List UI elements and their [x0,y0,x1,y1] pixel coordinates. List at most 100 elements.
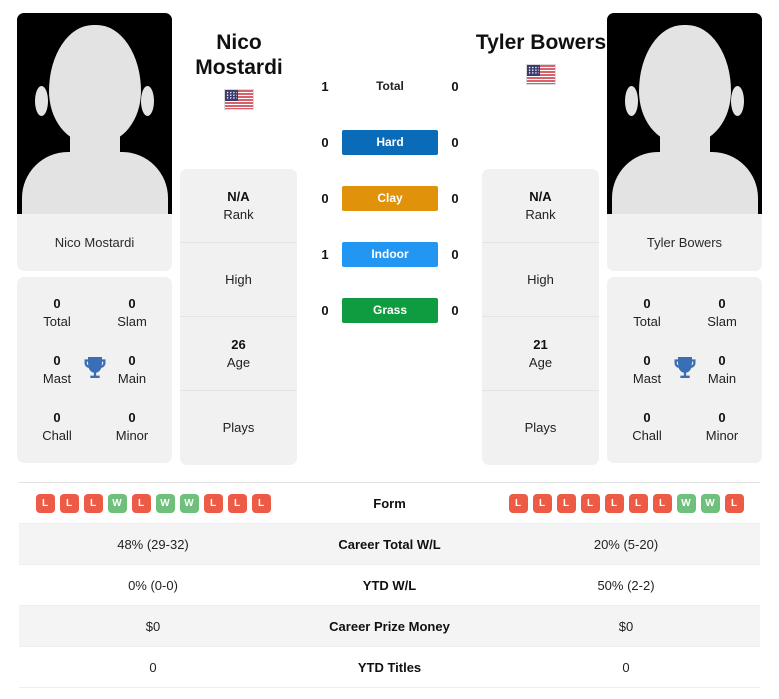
form-badge-loss[interactable]: L [59,493,79,513]
titles-slam: 0 Slam [696,295,748,331]
stat-right-value: $0 [618,618,634,634]
form-badge-win[interactable]: W [676,493,696,513]
player-right-avatar-name: Tyler Bowers [646,235,723,250]
form-badge-loss[interactable]: L [628,493,648,513]
silhouette-ear-right-icon [141,86,154,116]
form-badge-loss[interactable]: L [532,493,552,513]
titles-minor-value: 0 [128,409,136,425]
stat-left-value: 48% (29-32) [117,536,189,552]
h2h-surface-label[interactable]: Hard [342,129,438,155]
titles-minor: 0 Minor [696,409,748,445]
form-badge-loss[interactable]: L [227,493,247,513]
player-right-rank-label: Rank [525,206,556,222]
titles-chall-value: 0 [53,409,61,425]
us-flag-icon [526,64,556,85]
silhouette-ear-right-icon [731,86,744,116]
titles-chall-label: Chall [42,427,72,443]
form-badge-win[interactable]: W [179,493,199,513]
form-badge-loss[interactable]: L [724,493,744,513]
form-badge-loss[interactable]: L [604,493,624,513]
titles-slam-value: 0 [718,296,726,312]
player-left-name-line2: Mostardi [195,56,283,79]
titles-mast-label: Mast [632,370,662,386]
table-row: $0 Career Prize Money $0 [19,606,760,647]
player-right-age-label: Age [528,354,553,370]
player-right-header: Tyler Bowers [456,30,626,85]
form-badge-loss[interactable]: L [203,493,223,513]
h2h-surface-label[interactable]: Grass [342,297,438,323]
titles-main-value: 0 [128,352,136,368]
titles-slam-label: Slam [117,314,147,330]
titles-chall-value: 0 [643,409,651,425]
titles-row: 0 Mast 0 Main [607,352,762,388]
titles-minor: 0 Minor [106,409,158,445]
titles-mast-value: 0 [643,352,651,368]
titles-mast: 0 Mast [621,352,673,388]
form-badge-loss[interactable]: L [556,493,576,513]
form-badge-loss[interactable]: L [131,493,151,513]
player-left-avatar-card[interactable]: Nico Mostardi [17,13,172,271]
player-left-header: Nico Mostardi [154,30,324,110]
info-rank: N/A Rank [180,169,297,243]
titles-mast-label: Mast [42,370,72,386]
form-badge-loss[interactable]: L [508,493,528,513]
player-right-avatar-card[interactable]: Tyler Bowers [607,13,762,271]
h2h-left-score: 0 [321,302,329,318]
h2h-surface-label[interactable]: Indoor [342,241,438,267]
stat-label: YTD Titles [357,659,422,675]
titles-mast-value: 0 [53,352,61,368]
us-flag-icon [224,89,254,110]
h2h-row-grass: 0 Grass 0 [305,282,475,338]
titles-row: 0 Chall 0 Minor [607,409,762,445]
titles-row: 0 Chall 0 Minor [17,409,172,445]
trophy-icon [671,353,699,386]
stat-left-value: 0% (0-0) [128,577,178,593]
h2h-row-indoor: 1 Indoor 0 [305,226,475,282]
h2h-surface-label[interactable]: Clay [342,185,438,211]
player-left-titles-card: 0 Total 0 Slam 0 Mast 0 Main 0 Chall 0 M… [17,277,172,463]
form-badge-loss[interactable]: L [251,493,271,513]
titles-main: 0 Main [106,352,158,388]
form-badge-loss[interactable]: L [35,493,55,513]
form-badge-win[interactable]: W [155,493,175,513]
h2h-right-score: 0 [451,134,459,150]
h2h-right-score: 0 [451,246,459,262]
stat-left-value: LLLWLWWLLL [19,493,287,513]
silhouette-body-icon [611,152,758,214]
h2h-row-clay: 0 Clay 0 [305,170,475,226]
form-badge-loss[interactable]: L [652,493,672,513]
titles-slam-label: Slam [707,314,737,330]
info-age: 21 Age [482,317,599,391]
form-badge-loss[interactable]: L [580,493,600,513]
form-badge-loss[interactable]: L [83,493,103,513]
avatar [607,13,762,214]
form-badge-win[interactable]: W [107,493,127,513]
form-strip-right: LLLLLLLWWL [508,493,744,513]
silhouette-ear-left-icon [35,86,48,116]
h2h-right-score: 0 [451,190,459,206]
h2h-left-score: 1 [321,78,329,94]
info-rank: N/A Rank [482,169,599,243]
player-left-plays-label: Plays [222,420,255,435]
h2h-right-score: 0 [451,302,459,318]
avatar [17,13,172,214]
form-badge-win[interactable]: W [700,493,720,513]
info-age: 26 Age [180,317,297,391]
titles-slam-value: 0 [128,296,136,312]
titles-minor-label: Minor [115,427,149,443]
stat-label: YTD W/L [362,577,417,593]
titles-chall: 0 Chall [621,409,673,445]
head-to-head-column: 1 Total 0 0 Hard 0 0 Clay 0 1 Indoor 0 0 Grass 0 [305,58,475,338]
h2h-left-score: 1 [321,246,329,262]
titles-total-label: Total [633,314,661,330]
info-plays: Plays [180,391,297,465]
titles-minor-label: Minor [705,427,739,443]
player-left-info-card: N/A Rank High 26 Age Plays [180,169,297,465]
titles-total-value: 0 [643,296,651,312]
silhouette-body-icon [21,152,168,214]
info-high: High [482,243,599,317]
player-right-age-value: 21 [533,336,548,352]
h2h-surface-label: Total [376,79,404,93]
silhouette-ear-left-icon [625,86,638,116]
table-row: 0% (0-0) YTD W/L 50% (2-2) [19,565,760,606]
